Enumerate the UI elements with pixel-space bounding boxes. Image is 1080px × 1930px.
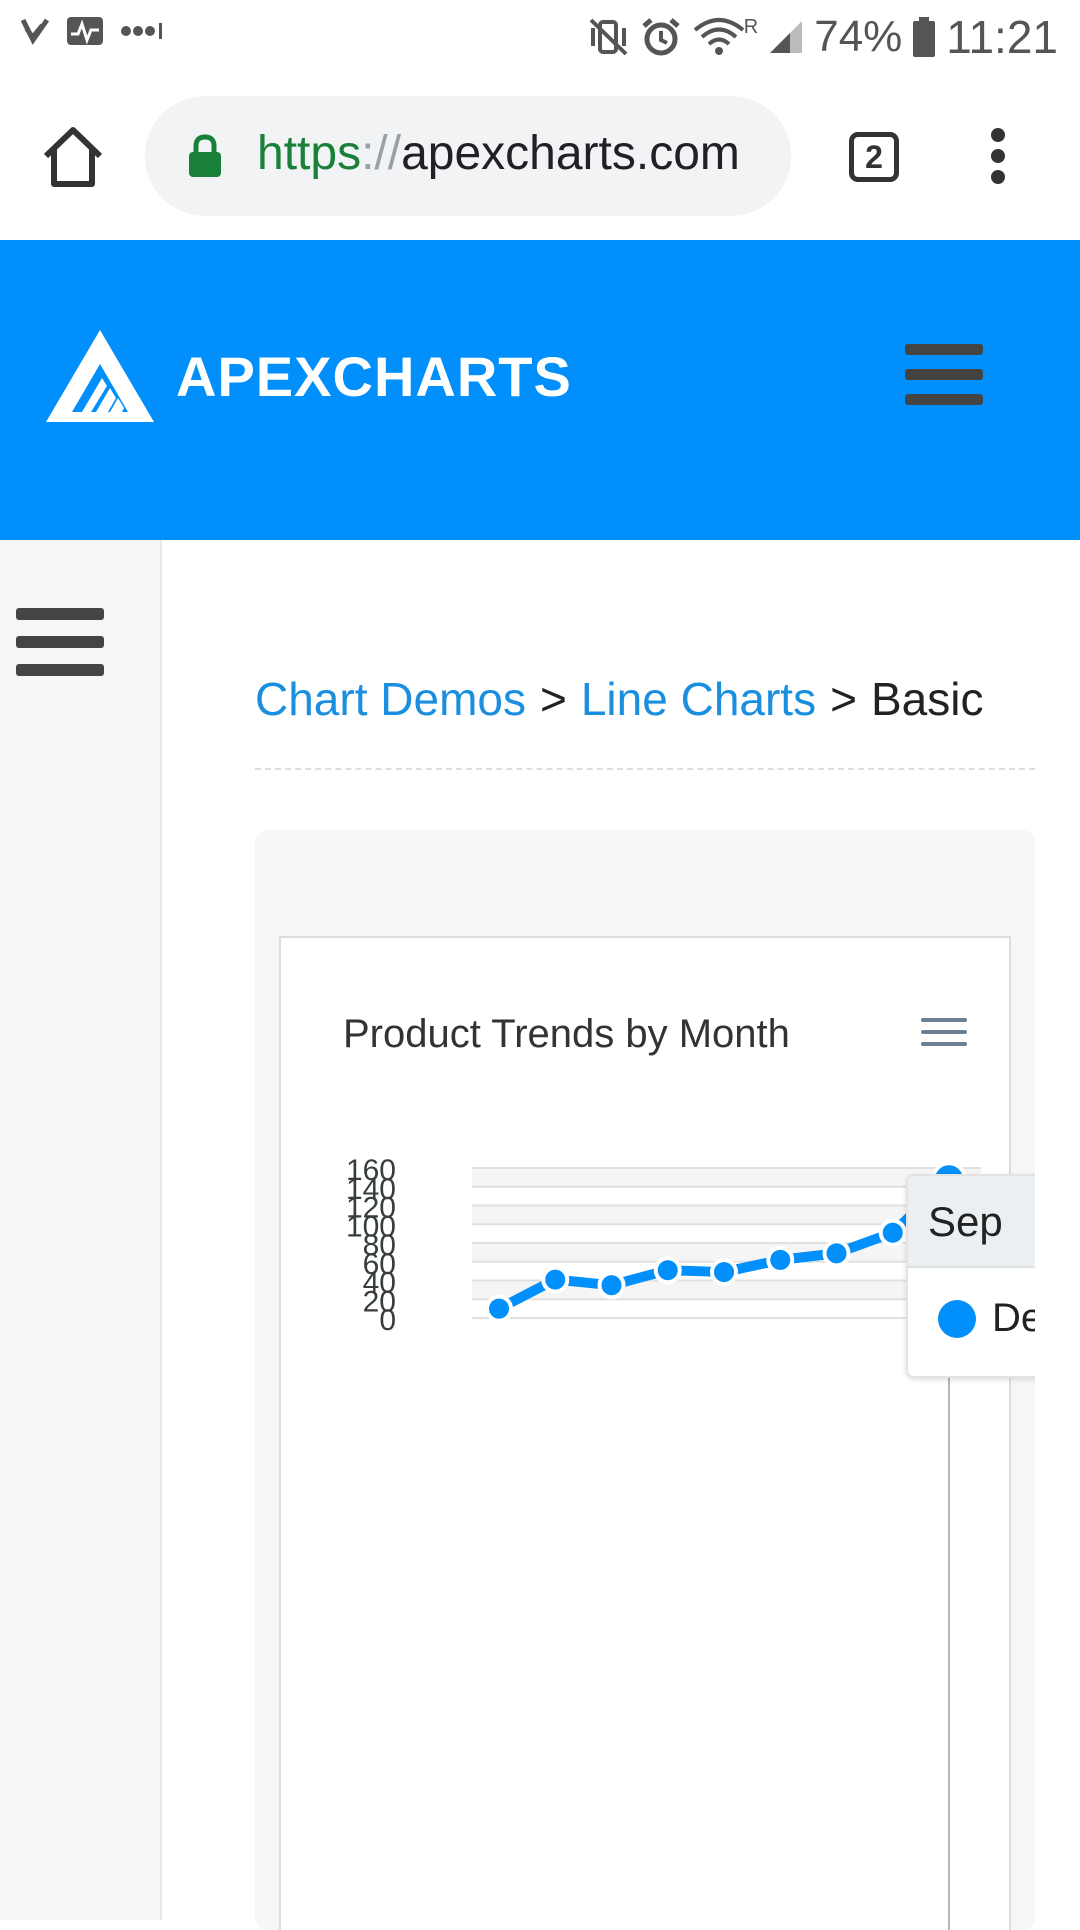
data-point <box>597 1271 626 1300</box>
more-dots-icon <box>121 23 162 39</box>
data-point <box>485 1294 513 1323</box>
data-point <box>878 1218 907 1247</box>
data-point <box>710 1258 738 1287</box>
lock-icon <box>189 134 221 177</box>
data-point <box>766 1245 795 1274</box>
signal-icon <box>770 21 803 53</box>
breadcrumb-separator: > <box>539 673 567 725</box>
y-tick-label: 160 <box>346 1154 396 1187</box>
vibrate-icon <box>589 18 628 56</box>
tooltip-series-row: Desktops <box>938 1296 1035 1341</box>
chart-container: 0 20 40 60 80 100 120 140 160 Product Trends by … <box>279 936 1035 1930</box>
status-bar-left <box>20 16 164 46</box>
chart-card: 0 20 40 60 80 100 120 140 160 Product Trends by … <box>255 830 1035 1930</box>
breadcrumb-chart-demos[interactable]: Chart Demos <box>255 673 526 725</box>
tooltip-marker <box>938 1299 976 1338</box>
left-sidebar <box>0 540 162 1920</box>
chart-title: Product Trends by Month <box>343 1012 790 1056</box>
address-bar[interactable]: https://apexcharts.com <box>145 96 791 216</box>
battery-icon <box>913 17 936 57</box>
battery-percent: 74% <box>814 12 903 61</box>
line-chart[interactable]: 020406080100120140160 <box>281 938 1013 1930</box>
breadcrumb-current: Basic <box>870 673 984 725</box>
site-logo[interactable]: APEXCHARTS <box>44 328 572 424</box>
alarm-icon <box>642 18 680 56</box>
tab-switcher-button[interactable]: 2 <box>849 132 899 182</box>
breadcrumb: Chart Demos > Line Charts > Basic <box>255 672 983 726</box>
data-point <box>653 1256 682 1285</box>
data-point <box>822 1239 851 1268</box>
breadcrumb-separator: > <box>830 673 857 725</box>
tooltip-title: Sep <box>908 1176 1035 1268</box>
breadcrumb-divider <box>255 768 1035 770</box>
tab-count: 2 <box>865 138 883 175</box>
header-menu-icon[interactable] <box>905 344 983 419</box>
sidebar-toggle-icon[interactable] <box>16 608 104 692</box>
activity-icon <box>67 17 103 45</box>
grid-band <box>472 1168 981 1187</box>
url-text[interactable]: https://apexcharts.com <box>257 126 740 181</box>
logo-text: APEXCHARTS <box>176 344 572 408</box>
overflow-menu-icon[interactable] <box>978 128 1018 188</box>
wifi-icon <box>693 18 745 55</box>
data-point <box>541 1265 570 1294</box>
chart-tooltip: Sep Desktops <box>906 1174 1035 1378</box>
chart-menu-icon[interactable] <box>921 1018 967 1054</box>
check-notification-icon <box>20 18 50 45</box>
clock: 11:21 <box>946 11 1058 63</box>
status-bar: R 74% 11:21 <box>0 0 1080 76</box>
url-host: apexcharts.com <box>401 127 740 180</box>
browser-toolbar: https://apexcharts.com 2 <box>0 76 1080 240</box>
home-icon[interactable] <box>38 122 108 192</box>
status-bar-right: R 74% 11:21 <box>588 10 1058 64</box>
url-separator: :// <box>361 127 402 180</box>
tooltip-series-name: Desktops <box>992 1296 1035 1340</box>
breadcrumb-line-charts[interactable]: Line Charts <box>581 673 816 725</box>
site-header: APEXCHARTS <box>0 240 1080 540</box>
roaming-badge: R <box>743 15 759 38</box>
url-scheme: https <box>257 127 362 180</box>
apexcharts-logo-icon <box>46 330 154 422</box>
